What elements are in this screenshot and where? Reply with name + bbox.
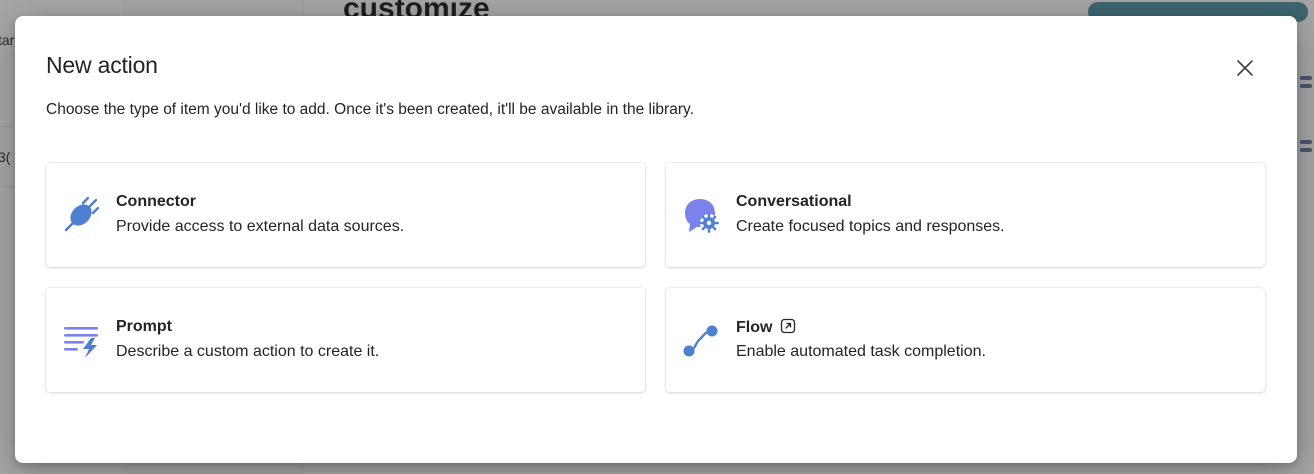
option-card-prompt[interactable]: Prompt Describe a custom action to creat…	[46, 288, 645, 392]
option-description: Enable automated task completion.	[736, 343, 986, 360]
background-left-text: tar	[0, 32, 15, 48]
open-external-icon	[781, 318, 796, 334]
close-button[interactable]	[1231, 54, 1259, 82]
option-card-flow[interactable]: Flow Enable automated task completion.	[666, 288, 1265, 392]
option-title: Prompt	[116, 318, 172, 335]
option-card-connector[interactable]: Connector Provide access to external dat…	[46, 163, 645, 267]
option-description: Provide access to external data sources.	[116, 218, 405, 235]
dialog-description: Choose the type of item you'd like to ad…	[46, 101, 694, 118]
option-description: Describe a custom action to create it.	[116, 343, 380, 360]
chat-gear-icon	[685, 199, 719, 233]
prompt-lightning-icon	[64, 327, 98, 358]
background-decoration	[1300, 84, 1312, 88]
background-left-text: 3(	[0, 149, 11, 165]
dialog-title: New action	[46, 52, 158, 78]
option-title: Flow	[736, 318, 796, 337]
background-decoration	[1300, 140, 1312, 144]
option-title: Connector	[116, 193, 196, 210]
close-icon	[1237, 60, 1253, 76]
background-decoration	[1300, 76, 1312, 80]
option-title-text: Flow	[736, 319, 773, 336]
background-decoration	[1300, 148, 1312, 152]
option-description: Create focused topics and responses.	[736, 218, 1005, 235]
new-action-dialog: New action Choose the type of item you'd…	[15, 16, 1297, 463]
option-card-conversational[interactable]: Conversational Create focused topics and…	[666, 163, 1265, 267]
option-title: Conversational	[736, 193, 852, 210]
flow-icon	[683, 325, 718, 357]
plug-icon	[64, 196, 100, 232]
